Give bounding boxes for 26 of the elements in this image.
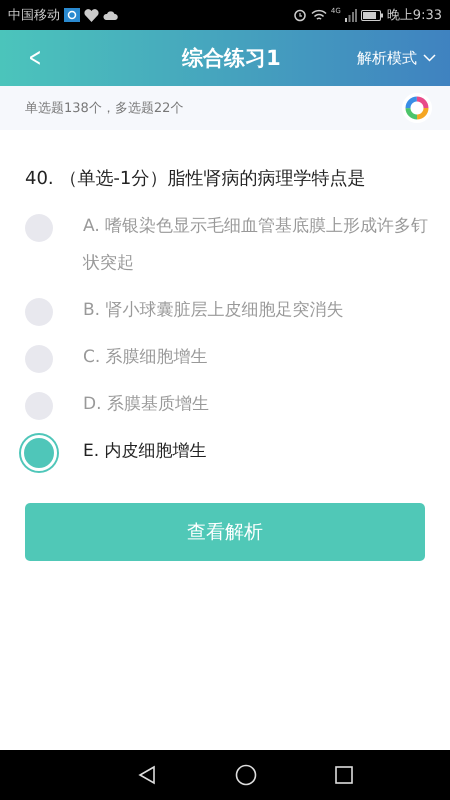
signal-icon [344,8,357,22]
cloud-icon [103,9,118,21]
question-count: 单选题138个，多选题22个 [25,100,184,117]
app-notification-icon [64,8,80,22]
view-analysis-button[interactable]: 查看解析 [25,503,425,561]
color-wheel-icon[interactable] [402,93,432,123]
heart-icon [84,8,99,22]
radio-button[interactable] [21,435,57,471]
option-text[interactable]: C. 系膜细胞增生 [83,339,208,376]
question-text: 40. （单选-1分）脂性肾病的病理学特点是 [24,167,366,190]
chevron-down-icon [422,54,436,62]
clock-time: 晚上9:33 [386,7,442,24]
recent-apps-icon[interactable] [335,766,353,784]
wifi-icon [310,8,327,22]
page-title: 综合练习1 [182,45,281,72]
back-button[interactable]: < [28,43,42,73]
option-text[interactable]: B. 肾小球囊脏层上皮细胞足突消失 [83,292,344,329]
mode-dropdown[interactable]: 解析模式 [356,48,436,68]
option-text[interactable]: A. 嗜银染色显示毛细血管基底膜上形成许多钉状突起 [83,208,430,282]
home-icon[interactable] [235,764,257,786]
option-text[interactable]: E. 内皮细胞增生 [83,433,207,470]
alarm-icon [292,8,307,22]
option-text[interactable]: D. 系膜基质增生 [83,386,209,423]
back-icon[interactable] [137,765,157,785]
carrier-name: 中国移动 [8,7,60,24]
battery-icon [360,10,383,20]
